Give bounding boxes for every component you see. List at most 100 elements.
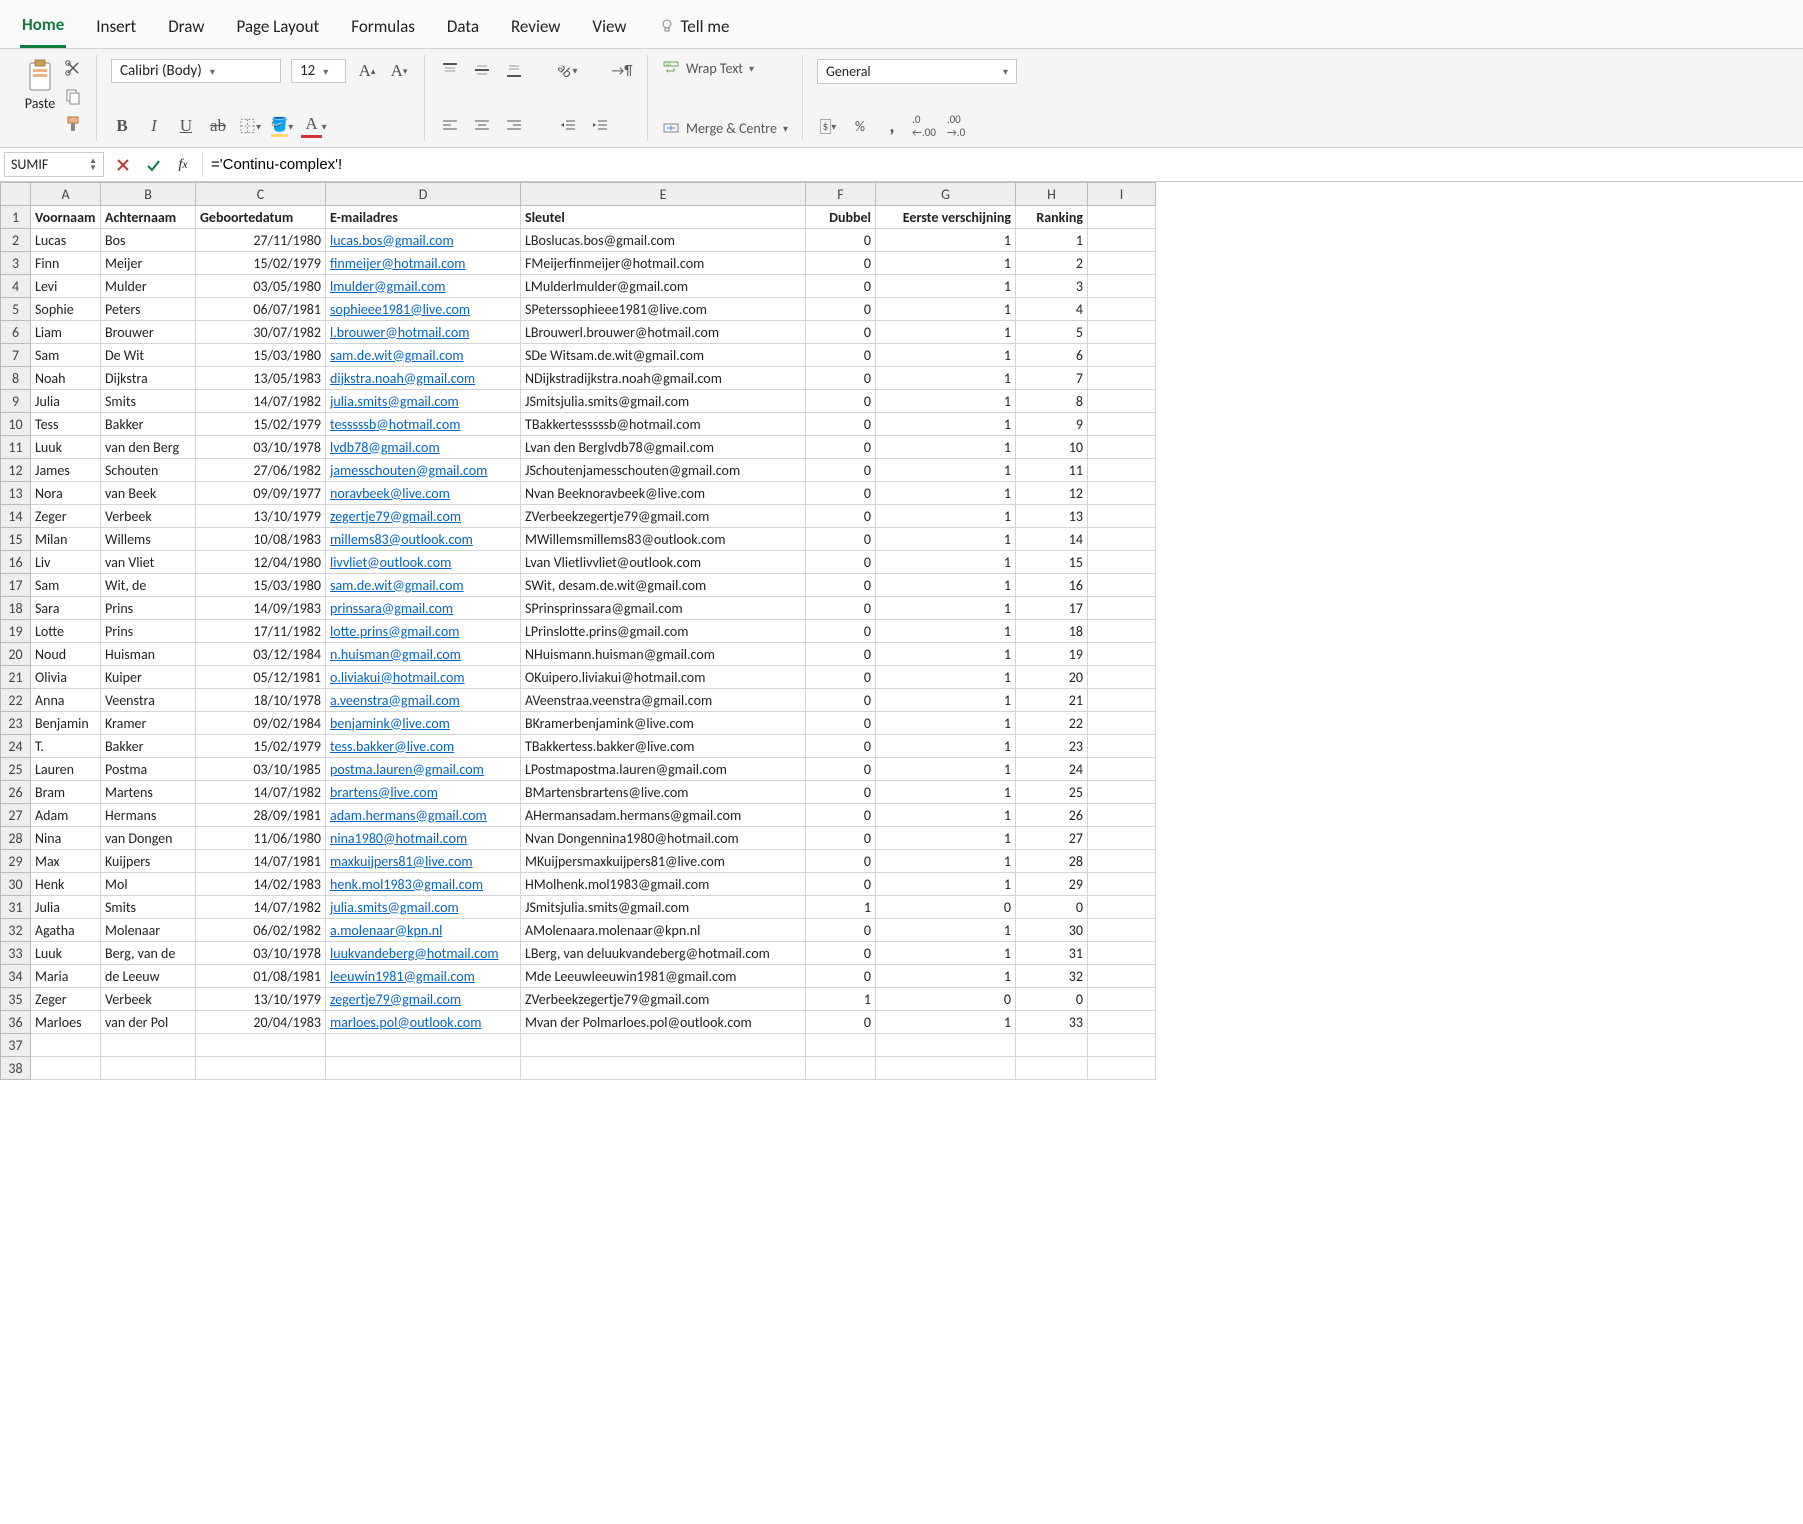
cell[interactable]: Milan <box>31 528 101 551</box>
align-left-button[interactable] <box>439 115 461 137</box>
cell[interactable]: 18 <box>1016 620 1088 643</box>
cell[interactable] <box>1088 919 1156 942</box>
cell[interactable]: 0 <box>806 229 876 252</box>
underline-button[interactable]: U <box>175 115 197 137</box>
email-link[interactable]: dijkstra.noah@gmail.com <box>330 370 475 387</box>
cell[interactable]: Lauren <box>31 758 101 781</box>
cell[interactable]: LPrinslotte.prins@gmail.com <box>521 620 806 643</box>
email-link[interactable]: livvliet@outlook.com <box>330 554 451 571</box>
email-link[interactable]: sophieee1981@live.com <box>330 301 470 318</box>
email-link[interactable]: l.brouwer@hotmail.com <box>330 324 469 341</box>
cell[interactable]: 06/07/1981 <box>196 298 326 321</box>
cell[interactable]: Sam <box>31 344 101 367</box>
cell[interactable]: finmeijer@hotmail.com <box>326 252 521 275</box>
font-color-button[interactable]: A▾ <box>303 115 325 137</box>
cell[interactable]: Mol <box>101 873 196 896</box>
cell[interactable]: JSmitsjulia.smits@gmail.com <box>521 896 806 919</box>
cell[interactable]: 27/06/1982 <box>196 459 326 482</box>
cell[interactable]: van den Berg <box>101 436 196 459</box>
cell[interactable] <box>101 1034 196 1057</box>
cell[interactable]: 25 <box>1016 781 1088 804</box>
cell[interactable]: AVeenstraa.veenstra@gmail.com <box>521 689 806 712</box>
cell[interactable]: 1 <box>876 666 1016 689</box>
cell[interactable]: marloes.pol@outlook.com <box>326 1011 521 1034</box>
cell[interactable]: NHuismann.huisman@gmail.com <box>521 643 806 666</box>
cell[interactable]: 1 <box>806 988 876 1011</box>
header-cell[interactable]: Sleutel <box>521 206 806 229</box>
cell[interactable]: SWit, desam.de.wit@gmail.com <box>521 574 806 597</box>
cell[interactable]: TBakkertesssssb@hotmail.com <box>521 413 806 436</box>
cell[interactable]: 0 <box>806 390 876 413</box>
cell[interactable]: Kramer <box>101 712 196 735</box>
cell[interactable]: 0 <box>1016 896 1088 919</box>
row-header-25[interactable]: 25 <box>1 758 31 781</box>
cell[interactable]: 0 <box>806 1011 876 1034</box>
cell[interactable] <box>31 1057 101 1080</box>
cell[interactable]: l.brouwer@hotmail.com <box>326 321 521 344</box>
cell[interactable] <box>101 1057 196 1080</box>
cell[interactable]: 1 <box>876 873 1016 896</box>
cell[interactable]: millems83@outlook.com <box>326 528 521 551</box>
cell[interactable]: Lotte <box>31 620 101 643</box>
cell[interactable] <box>1088 1034 1156 1057</box>
cell[interactable]: 05/12/1981 <box>196 666 326 689</box>
header-cell[interactable]: Ranking <box>1016 206 1088 229</box>
row-header-20[interactable]: 20 <box>1 643 31 666</box>
cell[interactable]: 30 <box>1016 919 1088 942</box>
cell[interactable]: Liv <box>31 551 101 574</box>
cell[interactable]: 1 <box>876 551 1016 574</box>
cell[interactable]: 0 <box>806 436 876 459</box>
tab-review[interactable]: Review <box>509 10 562 47</box>
header-cell[interactable]: E-mailadres <box>326 206 521 229</box>
cell[interactable]: 1 <box>876 919 1016 942</box>
cell[interactable]: 1 <box>876 321 1016 344</box>
cell[interactable]: lotte.prins@gmail.com <box>326 620 521 643</box>
cell[interactable]: Molenaar <box>101 919 196 942</box>
email-link[interactable]: benjamink@live.com <box>330 715 450 732</box>
cell[interactable] <box>326 1057 521 1080</box>
cell[interactable] <box>1088 965 1156 988</box>
show-formatting-button[interactable]: →¶ <box>611 59 633 81</box>
wrap-text-button[interactable]: ab Wrap Text ▾ <box>662 59 788 77</box>
cell[interactable]: Nvan Beeknoravbeek@live.com <box>521 482 806 505</box>
select-all-corner[interactable] <box>1 183 31 206</box>
row-header-6[interactable]: 6 <box>1 321 31 344</box>
cell[interactable]: Anna <box>31 689 101 712</box>
cell[interactable]: T. <box>31 735 101 758</box>
cell[interactable]: 15/02/1979 <box>196 413 326 436</box>
cell[interactable]: 19 <box>1016 643 1088 666</box>
cell[interactable]: 14/07/1982 <box>196 896 326 919</box>
cell[interactable]: LBoslucas.bos@gmail.com <box>521 229 806 252</box>
cell[interactable]: brartens@live.com <box>326 781 521 804</box>
cell[interactable]: 0 <box>806 689 876 712</box>
tab-page-layout[interactable]: Page Layout <box>234 10 321 47</box>
align-top-button[interactable] <box>439 59 461 81</box>
cell[interactable]: 15/02/1979 <box>196 252 326 275</box>
cell[interactable]: noravbeek@live.com <box>326 482 521 505</box>
cell[interactable]: 0 <box>806 643 876 666</box>
cell[interactable]: 32 <box>1016 965 1088 988</box>
cell[interactable]: Sara <box>31 597 101 620</box>
cell[interactable]: 1 <box>876 804 1016 827</box>
row-header-26[interactable]: 26 <box>1 781 31 804</box>
cell[interactable]: Olivia <box>31 666 101 689</box>
name-box[interactable]: SUMIF ▲▼ <box>4 152 104 177</box>
cell[interactable]: 4 <box>1016 298 1088 321</box>
tab-view[interactable]: View <box>590 10 628 47</box>
cell[interactable]: 14/07/1981 <box>196 850 326 873</box>
cell[interactable] <box>1088 873 1156 896</box>
cell[interactable]: van Dongen <box>101 827 196 850</box>
cell[interactable]: tesssssb@hotmail.com <box>326 413 521 436</box>
cell[interactable]: maxkuijpers81@live.com <box>326 850 521 873</box>
cell[interactable]: 0 <box>876 896 1016 919</box>
decrease-indent-button[interactable] <box>557 115 579 137</box>
row-header-17[interactable]: 17 <box>1 574 31 597</box>
cell[interactable]: Peters <box>101 298 196 321</box>
cell[interactable]: julia.smits@gmail.com <box>326 896 521 919</box>
cell[interactable]: SPrinsprinssara@gmail.com <box>521 597 806 620</box>
cell[interactable]: 24 <box>1016 758 1088 781</box>
row-header-15[interactable]: 15 <box>1 528 31 551</box>
cell[interactable]: livvliet@outlook.com <box>326 551 521 574</box>
cell[interactable]: 1 <box>1016 229 1088 252</box>
email-link[interactable]: n.huisman@gmail.com <box>330 646 461 663</box>
